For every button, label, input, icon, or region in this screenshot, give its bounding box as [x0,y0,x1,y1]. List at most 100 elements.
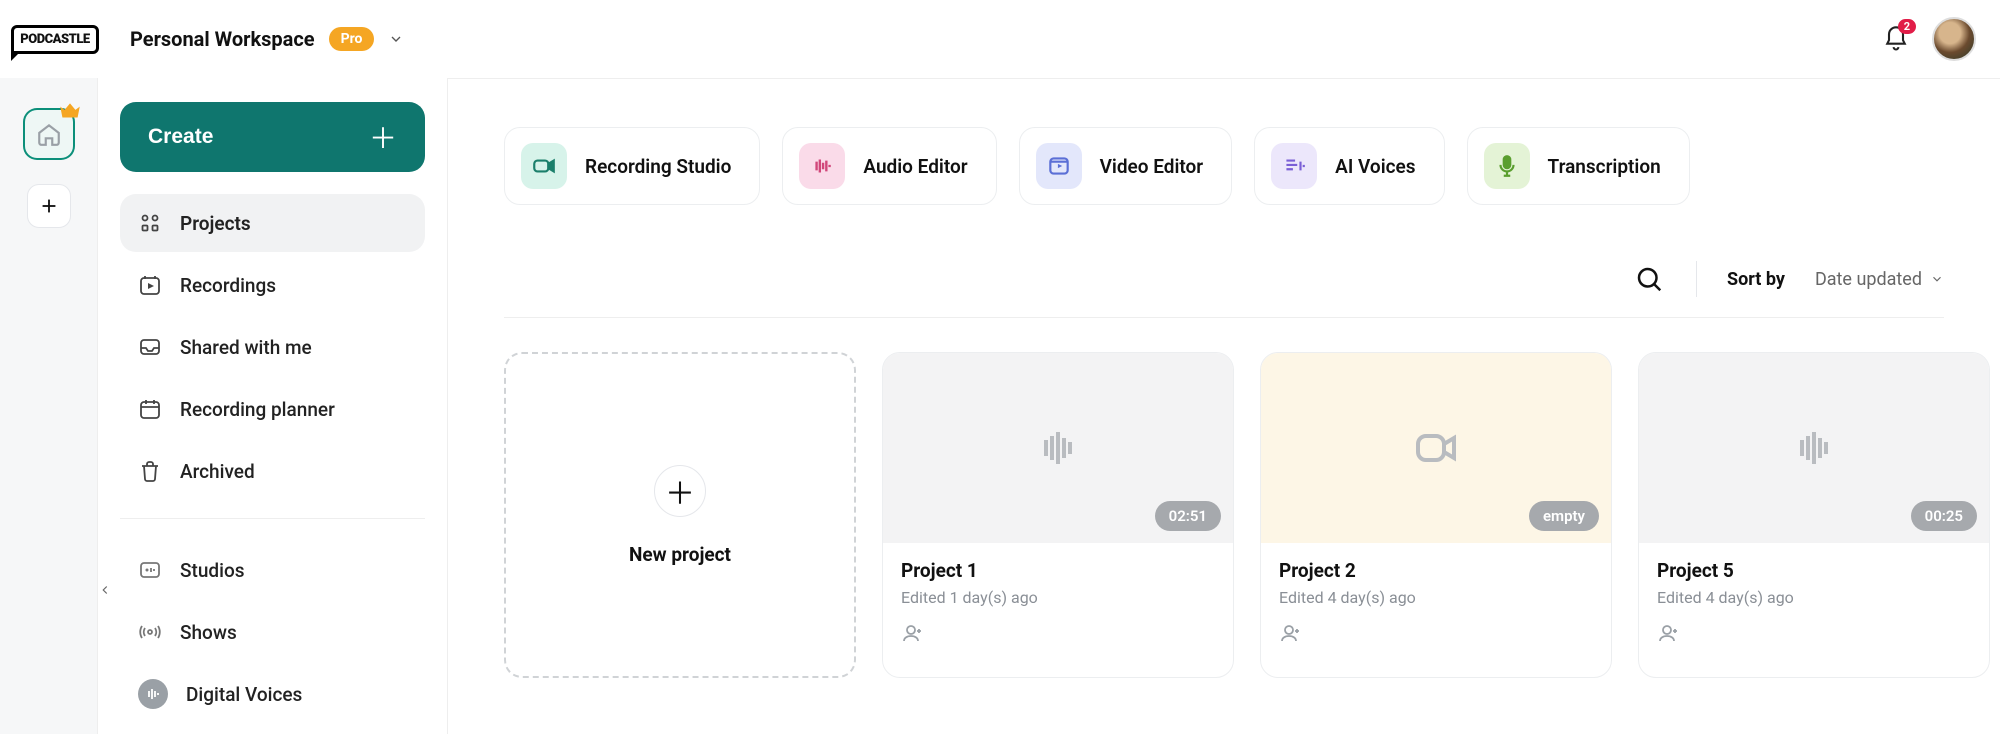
plus-icon [38,195,60,217]
sidebar-item-voices[interactable]: Digital Voices [120,665,425,723]
tool-row: Recording Studio Audio Editor Video Edit… [504,127,1944,205]
plus-icon: ＋ [654,465,706,517]
rail-add-button[interactable] [27,184,71,228]
tool-audio-editor[interactable]: Audio Editor [782,127,996,205]
sidebar-item-label: Projects [180,212,251,235]
card-body: Project 2 Edited 4 day(s) ago [1261,543,1611,663]
project-card[interactable]: 02:51 Project 1 Edited 1 day(s) ago [882,352,1234,678]
project-subtitle: Edited 4 day(s) ago [1657,588,1971,607]
tool-video-editor[interactable]: Video Editor [1019,127,1233,205]
user-plus-icon [1657,621,1681,645]
grid-icon [138,211,162,235]
divider [1696,261,1697,297]
search-button[interactable] [1632,262,1666,296]
project-card[interactable]: empty Project 2 Edited 4 day(s) ago [1260,352,1612,678]
waveform-icon [1027,424,1089,472]
tool-ai-voices[interactable]: AI Voices [1254,127,1444,205]
left-rail [0,78,98,734]
sidebar-item-label: Recordings [180,274,276,297]
sort-value-text: Date updated [1815,269,1922,290]
tool-label: Recording Studio [585,155,731,178]
chevron-down-icon [1930,272,1944,286]
waveform-badge-icon [138,679,168,709]
sidebar-item-planner[interactable]: Recording planner [120,380,425,438]
workspace-switcher[interactable]: Personal Workspace Pro [130,27,404,51]
video-play-icon [1036,143,1082,189]
trash-icon [138,459,162,483]
create-button[interactable]: Create ＋ [120,102,425,172]
topbar-right: 2 [1882,17,1976,61]
main-content: Recording Studio Audio Editor Video Edit… [448,78,2000,734]
project-thumbnail: empty [1261,353,1611,543]
scrollbar[interactable] [1990,0,2000,734]
ai-voice-icon [1271,143,1317,189]
project-grid: ＋ New project 02:51 Project 1 Edited 1 d… [504,352,1944,678]
controls-row: Sort by Date updated [504,261,1944,317]
studio-icon [138,558,162,582]
project-card[interactable]: 00:25 Project 5 Edited 4 day(s) ago [1638,352,1990,678]
camera-icon [521,143,567,189]
share-button[interactable] [901,621,1215,649]
sort-label: Sort by [1727,269,1785,290]
plus-icon: ＋ [369,117,397,157]
notifications-button[interactable]: 2 [1882,25,1910,53]
rail-home-button[interactable] [23,108,75,160]
new-project-card[interactable]: ＋ New project [504,352,856,678]
create-label: Create [148,125,213,149]
new-project-label: New project [629,543,731,566]
sidebar-collapse-button[interactable] [94,568,116,612]
sidebar-item-recordings[interactable]: Recordings [120,256,425,314]
tool-label: AI Voices [1335,155,1415,178]
broadcast-icon [138,620,162,644]
project-title: Project 1 [901,559,1215,582]
brand-logo[interactable]: PODCASTLE [10,25,100,54]
duration-badge: empty [1529,501,1599,531]
waveform-icon [1783,424,1845,472]
duration-badge: 02:51 [1155,501,1221,531]
notifications-count: 2 [1898,19,1916,34]
project-subtitle: Edited 1 day(s) ago [901,588,1215,607]
nav-divider [120,518,425,519]
sidebar-item-shared[interactable]: Shared with me [120,318,425,376]
project-thumbnail: 02:51 [883,353,1233,543]
tool-label: Audio Editor [863,155,967,178]
sort-dropdown[interactable]: Date updated [1815,269,1944,290]
tool-label: Transcription [1548,155,1661,178]
avatar[interactable] [1932,17,1976,61]
share-button[interactable] [1657,621,1971,649]
inbox-icon [138,335,162,359]
chevron-left-icon [98,583,112,597]
tool-transcription[interactable]: Transcription [1467,127,1690,205]
nav-primary: Projects Recordings Shared with me Recor… [120,194,425,500]
home-icon [36,121,62,147]
divider [504,317,1944,318]
sidebar: Create ＋ Projects Recordings Shared with… [98,78,448,734]
sidebar-item-archived[interactable]: Archived [120,442,425,500]
sidebar-item-projects[interactable]: Projects [120,194,425,252]
sidebar-item-studios[interactable]: Studios [120,541,425,599]
sidebar-item-shows[interactable]: Shows [120,603,425,661]
chevron-down-icon [388,31,404,47]
project-thumbnail: 00:25 [1639,353,1989,543]
sidebar-item-label: Digital Voices [186,683,302,706]
brand-name: PODCASTLE [11,25,98,54]
sidebar-item-label: Studios [180,559,245,582]
tool-label: Video Editor [1100,155,1204,178]
nav-secondary: Studios Shows Digital Voices [120,541,425,723]
mic-icon [1484,143,1530,189]
plan-badge: Pro [329,27,375,51]
workspace-name: Personal Workspace [130,27,315,51]
project-title: Project 5 [1657,559,1971,582]
sidebar-item-label: Shows [180,621,237,644]
project-subtitle: Edited 4 day(s) ago [1279,588,1593,607]
topbar: PODCASTLE Personal Workspace Pro 2 [0,0,2000,78]
crown-icon [57,98,83,124]
sidebar-item-label: Archived [180,460,255,483]
search-icon [1634,264,1664,294]
tool-recording-studio[interactable]: Recording Studio [504,127,760,205]
card-body: Project 5 Edited 4 day(s) ago [1639,543,1989,663]
user-plus-icon [1279,621,1303,645]
card-body: Project 1 Edited 1 day(s) ago [883,543,1233,663]
play-square-icon [138,273,162,297]
share-button[interactable] [1279,621,1593,649]
